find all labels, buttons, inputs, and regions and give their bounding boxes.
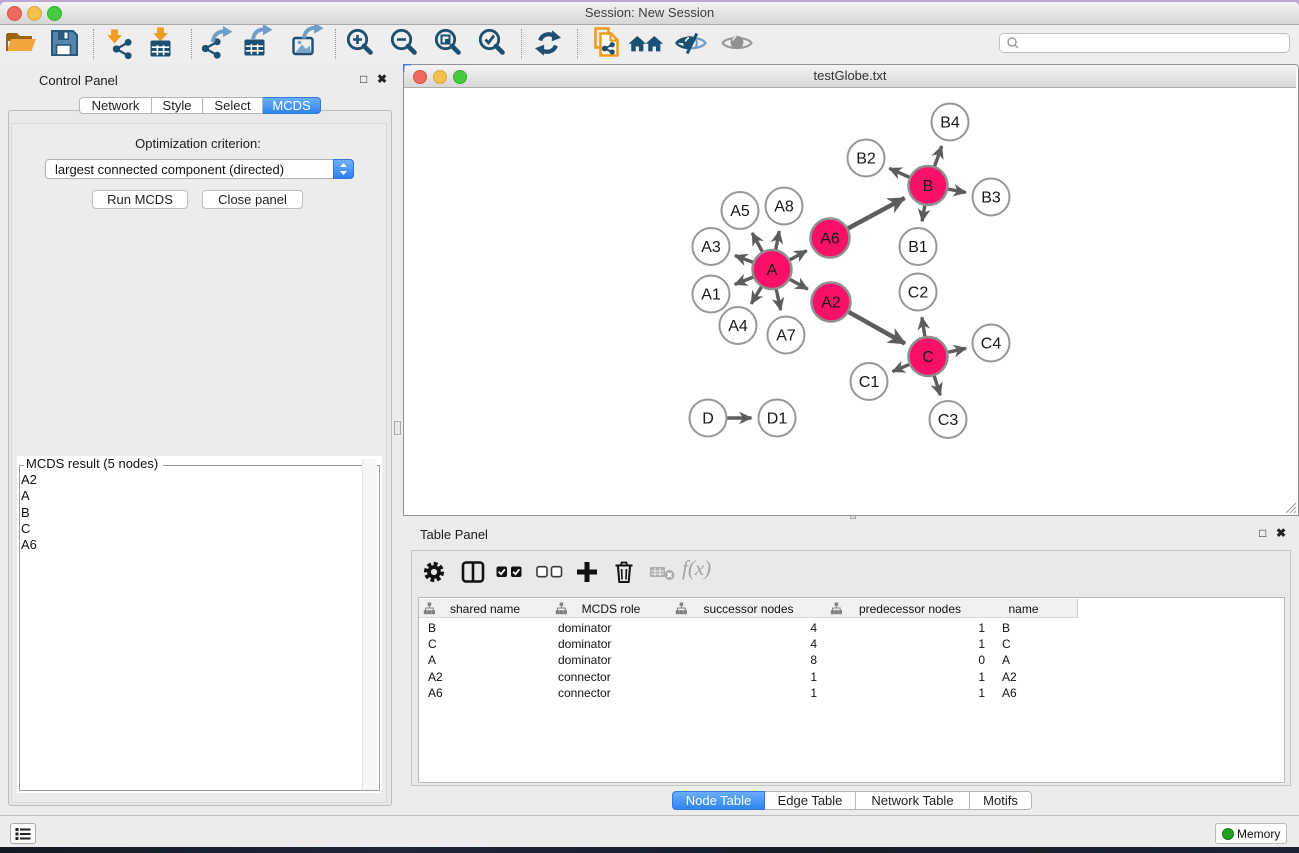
svg-text:A: A — [767, 262, 778, 279]
svg-text:B4: B4 — [940, 115, 960, 132]
svg-text:A5: A5 — [730, 203, 750, 220]
svg-text:C3: C3 — [938, 412, 959, 429]
svg-text:C4: C4 — [981, 336, 1002, 353]
svg-text:A3: A3 — [701, 239, 721, 256]
svg-text:B3: B3 — [981, 190, 1001, 207]
svg-text:D1: D1 — [767, 411, 788, 428]
svg-text:C: C — [922, 349, 934, 366]
svg-text:B: B — [923, 178, 934, 195]
svg-text:B2: B2 — [856, 151, 876, 168]
svg-text:A1: A1 — [701, 287, 721, 304]
svg-text:C2: C2 — [908, 285, 929, 302]
svg-text:A8: A8 — [774, 199, 794, 216]
svg-text:A2: A2 — [821, 295, 841, 312]
svg-text:A4: A4 — [728, 318, 748, 335]
svg-text:D: D — [702, 411, 714, 428]
svg-text:A7: A7 — [776, 328, 796, 345]
svg-text:C1: C1 — [859, 374, 880, 391]
svg-text:A6: A6 — [820, 231, 840, 248]
svg-text:B1: B1 — [908, 239, 928, 256]
